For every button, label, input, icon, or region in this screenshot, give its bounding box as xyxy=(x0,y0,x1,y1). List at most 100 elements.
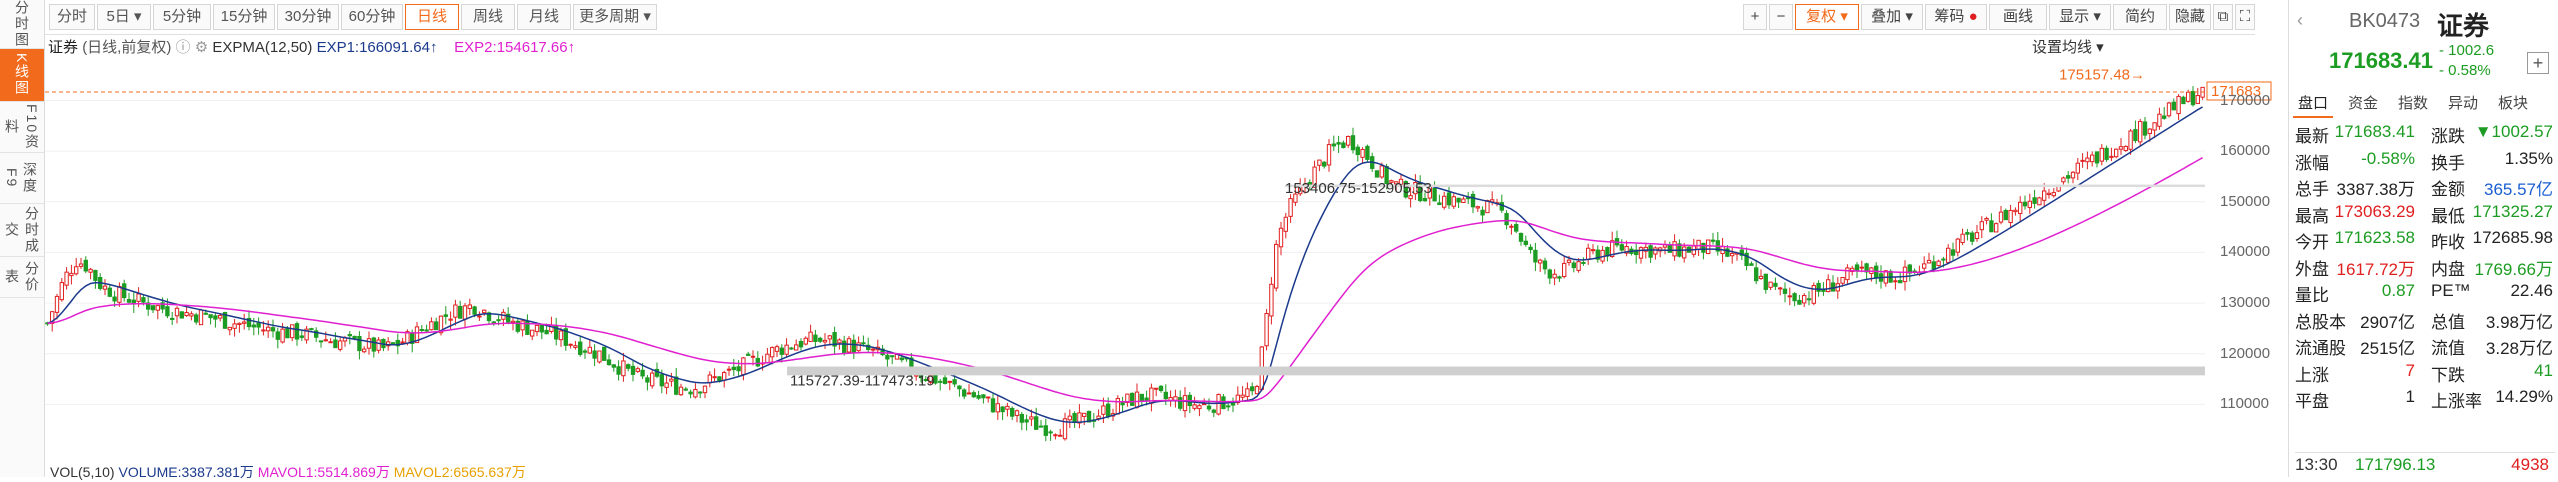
display-button[interactable]: 显示 ▾ xyxy=(2049,4,2111,30)
candle-body xyxy=(309,328,314,331)
candle-body xyxy=(1163,391,1168,400)
legend-help-icon[interactable]: ⓘ xyxy=(176,39,191,56)
candle-body xyxy=(1096,415,1101,419)
candle-body xyxy=(2114,148,2119,158)
tab-anomaly[interactable]: 异动 xyxy=(2443,92,2483,116)
candle-body xyxy=(1226,405,1231,408)
candle-body xyxy=(698,391,703,394)
candle-body xyxy=(952,379,957,385)
popout-icon[interactable]: ⧉ xyxy=(2213,4,2233,30)
candle-body xyxy=(664,382,669,388)
kline-chart[interactable]: 175157.48→ ←99834.12 115727.39-117473.19 15… xyxy=(45,60,2287,460)
candle-body xyxy=(170,317,175,320)
candle-body xyxy=(942,377,948,384)
candle-body xyxy=(1360,149,1365,158)
candle-body xyxy=(1523,240,1528,245)
candle-body xyxy=(736,366,741,372)
candle-body xyxy=(1946,247,1951,263)
period-daily[interactable]: 日线 xyxy=(405,4,459,30)
candle-body xyxy=(1120,401,1125,406)
candle-body xyxy=(1202,403,1207,406)
panel-back-icon[interactable]: ‹ xyxy=(2297,10,2303,31)
candle-body xyxy=(198,309,204,326)
candle-body xyxy=(1898,280,1903,284)
candle-body xyxy=(1067,415,1072,421)
period-5day-label: 5日 xyxy=(106,8,130,25)
overlay-button[interactable]: 叠加 ▾ xyxy=(1861,4,1923,30)
candle-body xyxy=(1989,220,1994,233)
legend-settings-icon[interactable]: ⚙ xyxy=(195,39,208,56)
add-watchlist-button[interactable]: + xyxy=(2527,52,2549,74)
period-weekly[interactable]: 周线 xyxy=(461,4,515,30)
hide-button[interactable]: 隐藏 xyxy=(2169,4,2211,30)
adjust-button[interactable]: 复权 ▾ xyxy=(1795,4,1859,30)
nav-price-table[interactable]: 分价表 xyxy=(0,257,44,298)
vol-value: VOLUME:3387.381万 xyxy=(118,464,254,480)
candle-body xyxy=(1970,232,1975,242)
zoom-out-button[interactable]: − xyxy=(1769,4,1793,30)
candle-body xyxy=(275,331,280,340)
candle-body xyxy=(2027,200,2032,208)
nav-kline-chart[interactable]: K线图 xyxy=(0,49,44,102)
period-15min[interactable]: 15分钟 xyxy=(213,4,275,30)
chips-button[interactable]: 筹码 ● xyxy=(1925,4,1987,30)
candle-body xyxy=(1533,249,1538,263)
candle-body xyxy=(1269,283,1274,317)
candle-body xyxy=(1840,276,1845,284)
candle-body xyxy=(1648,245,1653,258)
nav-f10-info[interactable]: F10资料 xyxy=(0,102,44,153)
arrow-up-icon-2: ↑ xyxy=(567,39,576,56)
candle-body xyxy=(203,312,208,315)
chart-legend: 证券 (日线,前复权) ⓘ ⚙ EXPMA(12,50) EXP1:166091… xyxy=(48,36,575,60)
candle-body xyxy=(2166,102,2172,117)
simple-button[interactable]: 简约 xyxy=(2113,4,2167,30)
candle-body xyxy=(539,324,544,333)
nav-depth-f9[interactable]: 深度F9 xyxy=(0,153,44,204)
quote-value: 22.46 xyxy=(2510,281,2553,300)
quote-value: ▼1002.57 xyxy=(2474,122,2553,141)
quote-label: 最低 xyxy=(2431,206,2465,226)
period-5min[interactable]: 5分钟 xyxy=(153,4,211,30)
legend-indicator[interactable]: EXPMA(12,50) xyxy=(212,39,312,56)
candle-body xyxy=(827,335,832,340)
candle-body xyxy=(434,321,439,331)
period-minute[interactable]: 分时 xyxy=(49,4,95,30)
candle-body xyxy=(112,296,117,302)
period-30min[interactable]: 30分钟 xyxy=(277,4,339,30)
candle-body xyxy=(102,285,108,290)
quote-label: 今开 xyxy=(2295,233,2329,252)
tab-funds[interactable]: 资金 xyxy=(2343,92,2383,116)
candle-body xyxy=(1758,275,1764,279)
nav-tick-trades[interactable]: 分时成交 xyxy=(0,204,44,257)
candle-body xyxy=(1528,246,1533,251)
candle-body xyxy=(635,368,640,372)
candle-body xyxy=(1422,198,1428,202)
tab-index[interactable]: 指数 xyxy=(2393,92,2433,116)
quote-label: 涨幅 xyxy=(2295,153,2329,173)
candle-body xyxy=(1778,287,1783,290)
zoom-in-button[interactable]: + xyxy=(1743,4,1767,30)
period-monthly[interactable]: 月线 xyxy=(517,4,571,30)
candle-body xyxy=(1158,385,1164,392)
candle-body xyxy=(2147,128,2152,134)
expand-icon[interactable]: ⛶ xyxy=(2235,4,2255,30)
candle-body xyxy=(419,328,424,331)
candle-body xyxy=(851,339,856,353)
nav-minute-chart[interactable]: 分时图 xyxy=(0,0,44,49)
set-ma-button[interactable]: 设置均线 ▾ xyxy=(2032,36,2104,57)
draw-line-button[interactable]: 画线 xyxy=(1989,4,2047,30)
candle-body xyxy=(122,283,127,299)
candle-body xyxy=(1230,402,1236,406)
tab-orderbook[interactable]: 盘口 xyxy=(2293,92,2333,118)
candle-body xyxy=(1499,202,1504,211)
period-60min[interactable]: 60分钟 xyxy=(341,4,403,30)
y-tick-label: 110000 xyxy=(2220,395,2269,413)
tab-sector[interactable]: 板块 xyxy=(2493,92,2533,116)
stock-name: 证券 xyxy=(2437,11,2490,41)
candle-body xyxy=(1000,406,1005,413)
period-more[interactable]: 更多周期 ▾ xyxy=(573,4,657,30)
period-5day[interactable]: 5日 ▾ xyxy=(97,4,151,30)
candle-body xyxy=(1797,299,1802,305)
candle-body xyxy=(899,357,904,361)
candle-body xyxy=(669,378,674,382)
